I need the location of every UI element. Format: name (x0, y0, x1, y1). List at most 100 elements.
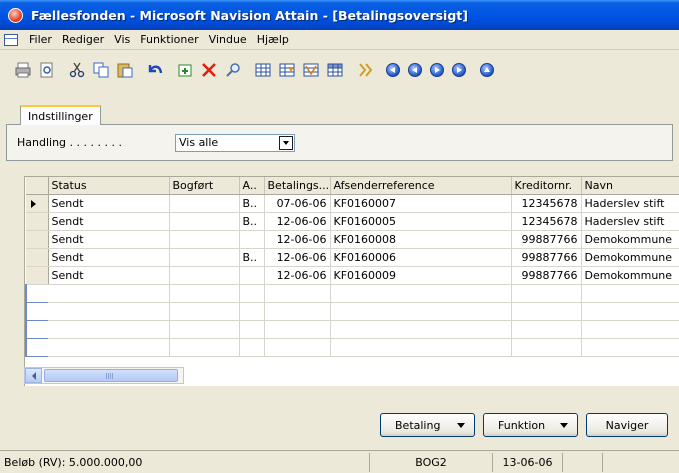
row-selector[interactable] (26, 248, 49, 267)
column-header-afsenderreference[interactable]: Afsenderreference (330, 177, 512, 195)
empty-row[interactable] (25, 320, 679, 339)
table-row[interactable]: Sendt 12-06-06 KF0160008 99887766 Demoko… (26, 230, 679, 249)
cell-betalingsdato[interactable]: 12-06-06 (264, 212, 331, 231)
new-record-icon[interactable] (176, 61, 194, 79)
handling-select[interactable]: Vis alle (175, 133, 295, 152)
cell-betalingsdato[interactable]: 12-06-06 (264, 230, 331, 249)
column-header-betalingsdato[interactable]: Betalings... (264, 177, 331, 195)
row-selector[interactable] (26, 212, 49, 231)
cell-kreditornr[interactable]: 12345678 (511, 212, 582, 231)
empty-row[interactable] (25, 302, 679, 321)
cell-status[interactable]: Sendt (48, 212, 170, 231)
cell-betalingsdato[interactable]: 07-06-06 (264, 194, 331, 213)
dropdown-arrow-icon[interactable] (279, 135, 293, 150)
print-preview-icon[interactable] (38, 61, 56, 79)
column-header-a[interactable]: A.. (239, 177, 265, 195)
window-title: Fællesfonden - Microsoft Navision Attain… (31, 7, 468, 23)
up-icon[interactable] (480, 63, 494, 77)
cell-afsenderreference[interactable]: KF0160009 (330, 266, 512, 285)
cell-status[interactable]: Sendt (48, 194, 170, 213)
row-selector[interactable] (25, 284, 48, 303)
cell-bogfort[interactable] (169, 230, 240, 249)
cell-a[interactable]: B.. (239, 248, 265, 267)
table-row[interactable]: Sendt 12-06-06 KF0160009 99887766 Demoko… (26, 266, 679, 285)
sort-icon[interactable] (302, 61, 320, 79)
cell-kreditornr[interactable]: 12345678 (511, 194, 582, 213)
copy-icon[interactable] (92, 61, 110, 79)
cell-a[interactable] (239, 230, 265, 249)
column-header-status[interactable]: Status (48, 177, 170, 195)
funktion-button[interactable]: Funktion (483, 413, 578, 437)
cell-bogfort[interactable] (169, 212, 240, 231)
cell-a[interactable]: B.. (239, 212, 265, 231)
cell-status[interactable]: Sendt (48, 266, 170, 285)
lookup-icon[interactable] (356, 61, 374, 79)
column-header-kreditornr[interactable]: Kreditornr. (511, 177, 582, 195)
cut-icon[interactable] (68, 61, 86, 79)
empty-row[interactable] (25, 338, 679, 357)
horizontal-scrollbar[interactable] (24, 367, 184, 384)
column-header-navn[interactable]: Navn (581, 177, 679, 195)
title-bar[interactable]: Fællesfonden - Microsoft Navision Attain… (0, 0, 679, 30)
row-selector[interactable] (26, 194, 49, 213)
delete-icon[interactable] (200, 61, 218, 79)
cell-kreditornr[interactable]: 99887766 (511, 230, 582, 249)
table-icon[interactable] (326, 61, 344, 79)
undo-icon[interactable] (146, 61, 164, 79)
scrollbar-thumb[interactable] (44, 369, 178, 382)
row-selector[interactable] (25, 338, 48, 357)
cell-navn[interactable]: Demokommune (581, 266, 679, 285)
betaling-button[interactable]: Betaling (380, 413, 475, 437)
table-row[interactable]: Sendt B.. 12-06-06 KF0160005 12345678 Ha… (26, 212, 679, 231)
paste-icon[interactable] (116, 61, 134, 79)
cell-navn[interactable]: Demokommune (581, 230, 679, 249)
cell-navn[interactable]: Demokommune (581, 248, 679, 267)
naviger-button-label: Naviger (605, 418, 649, 432)
cell-bogfort[interactable] (169, 266, 240, 285)
cell-kreditornr[interactable]: 99887766 (511, 248, 582, 267)
cell-status[interactable]: Sendt (48, 230, 170, 249)
cell-navn[interactable]: Haderslev stift (581, 194, 679, 213)
previous-record-icon[interactable] (408, 63, 422, 77)
table-row[interactable]: Sendt B.. 12-06-06 KF0160006 99887766 De… (26, 248, 679, 267)
print-icon[interactable] (14, 61, 32, 79)
row-selector[interactable] (26, 266, 49, 285)
row-selector[interactable] (25, 302, 48, 321)
cell-bogfort[interactable] (169, 248, 240, 267)
cell-bogfort[interactable] (169, 194, 240, 213)
row-selector[interactable] (26, 230, 49, 249)
scroll-left-icon[interactable] (25, 368, 42, 383)
menu-funktioner[interactable]: Funktioner (135, 33, 203, 46)
cell-kreditornr[interactable]: 99887766 (511, 266, 582, 285)
cell-betalingsdato[interactable]: 12-06-06 (264, 248, 331, 267)
cell-navn[interactable]: Haderslev stift (581, 212, 679, 231)
cell-afsenderreference[interactable]: KF0160007 (330, 194, 512, 213)
last-record-icon[interactable] (452, 63, 466, 77)
naviger-button[interactable]: Naviger (586, 413, 668, 437)
cell-a[interactable] (239, 266, 265, 285)
status-date: 13-06-06 (493, 452, 563, 472)
empty-row[interactable] (25, 284, 679, 303)
first-record-icon[interactable] (386, 63, 400, 77)
cell-status[interactable]: Sendt (48, 248, 170, 267)
menu-hjaelp[interactable]: Hjælp (252, 33, 294, 46)
column-header-bogfort[interactable]: Bogført (169, 177, 240, 195)
payment-table[interactable]: Status Bogført A.. Betalings... Afsender… (24, 176, 679, 386)
menu-rediger[interactable]: Rediger (57, 33, 109, 46)
cell-afsenderreference[interactable]: KF0160008 (330, 230, 512, 249)
menu-vis[interactable]: Vis (109, 33, 135, 46)
document-menu-icon[interactable] (4, 33, 18, 46)
row-selector[interactable] (25, 320, 48, 339)
find-icon[interactable] (224, 61, 242, 79)
menu-vindue[interactable]: Vindue (204, 33, 252, 46)
cell-afsenderreference[interactable]: KF0160005 (330, 212, 512, 231)
cell-a[interactable]: B.. (239, 194, 265, 213)
menu-filer[interactable]: Filer (24, 33, 57, 46)
table-row[interactable]: Sendt B.. 07-06-06 KF0160007 12345678 Ha… (26, 194, 679, 213)
flow-filter-icon[interactable] (278, 61, 296, 79)
next-record-icon[interactable] (430, 63, 444, 77)
tab-indstillinger[interactable]: Indstillinger (20, 105, 101, 125)
cell-afsenderreference[interactable]: KF0160006 (330, 248, 512, 267)
cell-betalingsdato[interactable]: 12-06-06 (264, 266, 331, 285)
filter-icon[interactable] (254, 61, 272, 79)
